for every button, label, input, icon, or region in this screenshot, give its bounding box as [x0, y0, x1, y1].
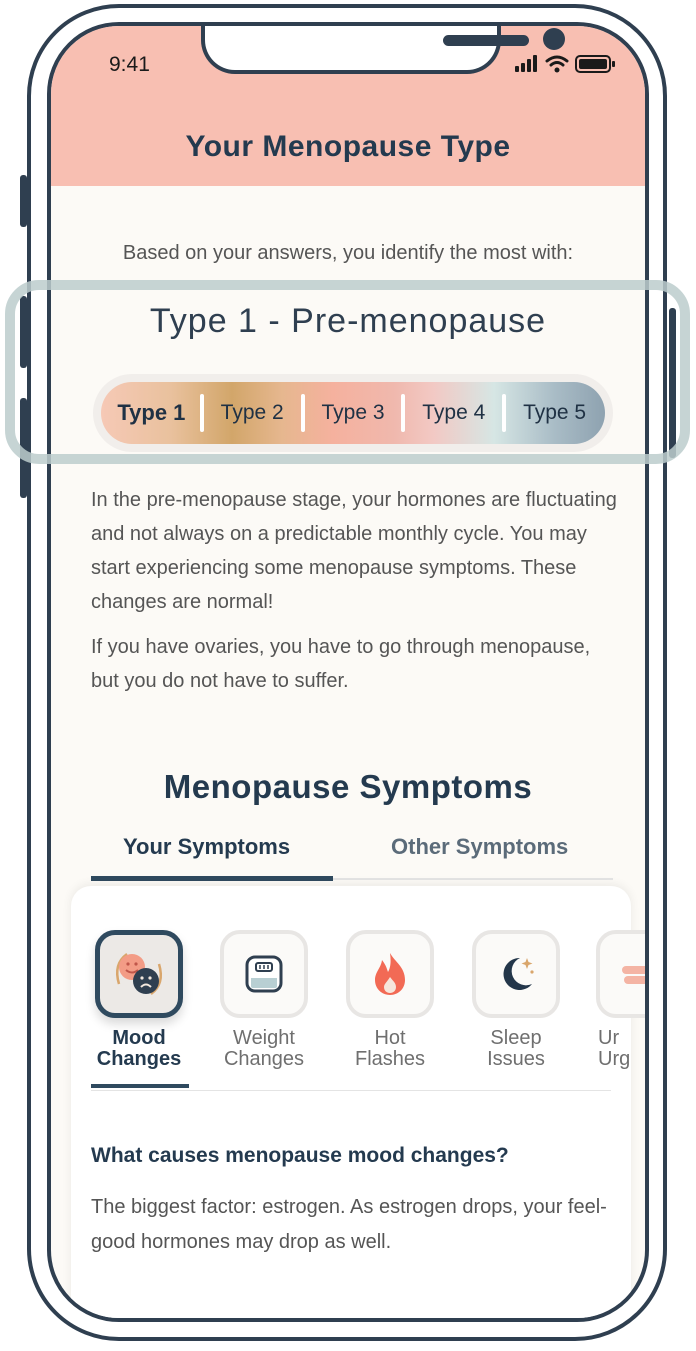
symptom-icon-box [220, 930, 308, 1018]
mood-faces-icon [116, 952, 162, 996]
symptom-divider [91, 1090, 611, 1091]
symptom-icon-box [472, 930, 560, 1018]
description-paragraph-1: In the pre-menopause stage, your hormone… [91, 489, 617, 613]
type-scale: Type 1 Type 2 Type 3 Type 4 Type 5 [93, 374, 613, 452]
symptom-icon-box [346, 930, 434, 1018]
phone-screen: 9:41 Your Menopause Type Based on your a… [47, 22, 649, 1322]
symptom-icon-box [596, 930, 645, 1018]
symptom-label: Ur Urg [598, 1027, 631, 1070]
type-3-option[interactable]: Type 3 [303, 382, 406, 444]
battery-icon [575, 55, 615, 73]
active-tab-indicator [91, 876, 333, 881]
volume-down-button [20, 398, 27, 498]
symptom-sleep-issues[interactable]: Sleep Issues [468, 930, 564, 1070]
type-1-option[interactable]: Type 1 [101, 382, 204, 444]
signal-icon [515, 55, 537, 72]
page-title: Your Menopause Type [185, 130, 511, 163]
notch [201, 26, 565, 74]
result-intro: Based on your answers, you identify the … [122, 242, 574, 264]
symptom-label: Sleep Issues [487, 1027, 545, 1070]
symptom-label: Weight Changes [223, 1027, 305, 1070]
flame-icon [375, 953, 405, 995]
volume-up-button [20, 296, 27, 368]
symptom-icon-box [95, 930, 183, 1018]
active-symptom-indicator [91, 1084, 189, 1088]
type-4-option[interactable]: Type 4 [403, 382, 507, 444]
symptoms-section-title: Menopause Symptoms [163, 768, 533, 805]
symptom-hot-flashes[interactable]: Hot Flashes [342, 930, 438, 1070]
symptom-weight-changes[interactable]: Weight Changes [216, 930, 312, 1070]
symptom-label: Mood Changes [96, 1027, 182, 1070]
type-gradient-bar: Type 1 Type 2 Type 3 Type 4 Type 5 [101, 382, 605, 444]
symptom-answer: The biggest factor: estrogen. As estroge… [91, 1196, 607, 1253]
symptom-question: What causes menopause mood changes? [91, 1144, 509, 1167]
tab-your-symptoms[interactable]: Your Symptoms [123, 834, 290, 860]
status-icons [515, 55, 615, 73]
scale-icon [245, 955, 283, 993]
wifi-icon [545, 55, 569, 73]
description-paragraph-2: If you have ovaries, you have to go thro… [91, 636, 591, 692]
status-time: 9:41 [109, 53, 150, 76]
camera [543, 28, 565, 50]
symptom-mood-changes[interactable]: Mood Changes [91, 930, 187, 1070]
silent-switch [20, 175, 27, 227]
symptom-urinary-urgency[interactable]: Ur Urg [596, 930, 645, 1070]
partial-icon [622, 966, 645, 984]
type-2-option[interactable]: Type 2 [202, 382, 305, 444]
speaker [443, 35, 529, 46]
tab-other-symptoms[interactable]: Other Symptoms [391, 834, 568, 860]
power-button [669, 308, 676, 458]
type-name: Type 1 - Pre-menopause [149, 302, 547, 340]
symptom-label: Hot Flashes [354, 1027, 426, 1070]
header: 9:41 Your Menopause Type [51, 26, 645, 186]
type-5-option[interactable]: Type 5 [504, 382, 605, 444]
moon-stars-icon [503, 957, 534, 990]
